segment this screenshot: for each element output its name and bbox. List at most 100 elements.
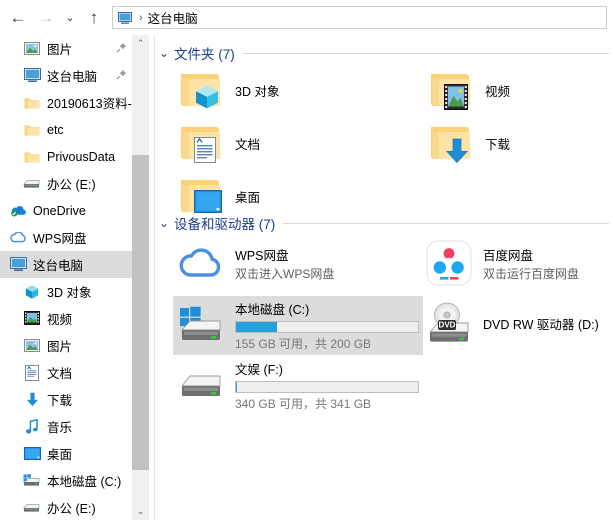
local-disk-icon <box>22 471 42 491</box>
device-item-label: 百度网盘 <box>483 248 534 263</box>
sidebar-item[interactable]: 视频 <box>0 305 133 332</box>
scroll-down-arrow[interactable]: ⌄ <box>132 503 149 520</box>
device-item-label: 文娱 (F:) <box>235 363 283 377</box>
file-list-pane[interactable]: ⌄ 文件夹 (7) 3D 对象 视频 文档 下载 桌面 ⌄ 设备和驱动器 (7)… <box>155 35 613 520</box>
wps-cloud-icon <box>177 239 225 287</box>
device-item[interactable]: 百度网盘 双击运行百度网盘 <box>421 236 613 290</box>
this-pc-icon <box>8 255 28 275</box>
folder-item[interactable]: 3D 对象 <box>177 66 279 114</box>
local-disk-icon <box>177 302 225 350</box>
videos-icon <box>22 309 42 329</box>
sidebar-item[interactable]: 办公 (E:) <box>0 170 133 197</box>
dvd-drive-icon: DVD <box>425 299 473 347</box>
chevron-down-icon[interactable]: ⌄ <box>159 216 169 230</box>
folder-videos-icon <box>427 66 475 114</box>
sidebar-item-label: 音乐 <box>47 421 73 435</box>
folders-grid: 3D 对象 视频 文档 下载 桌面 <box>155 64 613 213</box>
sidebar-item[interactable]: 桌面 <box>0 440 133 467</box>
wps-cloud-icon <box>8 228 28 248</box>
pictures-icon <box>22 39 42 59</box>
drive-icon <box>181 375 221 396</box>
sidebar-item[interactable]: 图片 <box>0 35 133 62</box>
folder-item-label: 桌面 <box>235 190 261 205</box>
folder-documents-icon <box>177 119 225 167</box>
navigation-pane-scrollbar[interactable]: ⌃ ⌄ <box>132 35 149 520</box>
sidebar-item[interactable]: 这台电脑 <box>0 62 133 89</box>
up-button[interactable]: ↑ <box>80 4 108 32</box>
forward-button[interactable]: → <box>32 4 60 32</box>
dvd-drive-icon: DVD <box>428 302 469 342</box>
capacity-bar-fill <box>236 382 237 392</box>
recent-locations-button[interactable]: ⌄ <box>60 4 80 32</box>
scroll-up-arrow[interactable]: ⌃ <box>132 35 149 52</box>
capacity-text: 340 GB 可用，共 341 GB <box>235 397 372 411</box>
folder-icon <box>181 127 221 163</box>
baidu-netdisk-icon <box>425 239 473 287</box>
folder-item-label: 下载 <box>485 137 511 152</box>
sidebar-item[interactable]: 3D 对象 <box>0 278 133 305</box>
sidebar-item-label: 办公 (E:) <box>47 502 96 516</box>
local-disk-icon <box>180 306 221 340</box>
desktop-icon <box>22 444 42 464</box>
sidebar-item[interactable]: 这台电脑 <box>0 251 133 278</box>
device-item-label: WPS网盘 <box>235 248 289 263</box>
sidebar-item-label: etc <box>47 122 64 137</box>
drive-icon <box>22 174 42 194</box>
chevron-down-icon[interactable]: ⌄ <box>159 46 169 60</box>
device-item-subtitle: 双击进入WPS网盘 <box>235 266 335 281</box>
sidebar-item-label: WPS网盘 <box>33 232 87 246</box>
sidebar-item[interactable]: 本地磁盘 (C:) <box>0 467 133 494</box>
sidebar-item[interactable]: 下载 <box>0 386 133 413</box>
sidebar-item[interactable]: etc <box>0 116 133 143</box>
wps-cloud-icon <box>179 248 221 277</box>
sidebar-item[interactable]: PrivousData <box>0 143 133 170</box>
device-item[interactable]: WPS网盘双击进入WPS网盘 <box>173 236 423 290</box>
pin-icon[interactable] <box>116 42 127 53</box>
folder-item[interactable]: 下载 <box>427 119 510 167</box>
sidebar-item[interactable]: OneDrive <box>0 197 133 224</box>
explorer-body: 图片 这台电脑 20190613资料-etc PrivousData 办公 (E:)… <box>0 35 613 520</box>
pin-icon[interactable] <box>116 69 127 80</box>
capacity-text: 155 GB 可用，共 200 GB <box>235 337 372 351</box>
folder-item-label: 3D 对象 <box>235 84 280 99</box>
folders-group-header[interactable]: ⌄ 文件夹 (7) <box>155 42 613 64</box>
sidebar-item[interactable]: WPS网盘 <box>0 224 133 251</box>
navigation-pane: 图片 这台电脑 20190613资料-etc PrivousData 办公 (E:)… <box>0 35 155 520</box>
pictures-icon <box>22 336 42 356</box>
folder-3d-objects-icon <box>177 66 225 114</box>
drive-icon <box>177 362 225 410</box>
folder-icon <box>181 74 221 109</box>
back-button[interactable]: ← <box>4 4 32 32</box>
sidebar-item-label: PrivousData <box>47 149 116 164</box>
scrollbar-thumb[interactable] <box>132 155 149 470</box>
sidebar-item-label: 图片 <box>47 340 73 354</box>
navigation-tree[interactable]: 图片 这台电脑 20190613资料-etc PrivousData 办公 (E:)… <box>0 35 133 520</box>
devices-grid: WPS网盘双击进入WPS网盘 百度网盘 双击运行百度网盘 本地磁盘 (C:) 155… <box>155 234 613 429</box>
sidebar-item[interactable]: 20190613资料- <box>0 89 133 116</box>
baidu-netdisk-icon <box>426 240 472 286</box>
sidebar-item[interactable]: 图片 <box>0 332 133 359</box>
sidebar-item-label: 这台电脑 <box>33 259 84 273</box>
sidebar-item[interactable]: 音乐 <box>0 413 133 440</box>
pin-icon <box>116 42 127 53</box>
folder-icon <box>22 93 42 113</box>
folder-icon <box>22 147 42 167</box>
sidebar-item[interactable]: 办公 (E:) <box>0 494 133 520</box>
folder-downloads-icon <box>427 119 475 167</box>
device-item[interactable]: 文娱 (F:) 340 GB 可用，共 341 GB <box>173 356 423 415</box>
music-icon <box>22 417 42 437</box>
device-item[interactable]: 本地磁盘 (C:) 155 GB 可用，共 200 GB <box>173 296 423 355</box>
capacity-bar <box>235 321 419 333</box>
folders-group-title: 文件夹 (7) <box>174 47 235 62</box>
onedrive-icon <box>8 201 28 221</box>
capacity-bar-fill <box>236 322 277 332</box>
device-item[interactable]: DVD DVD RW 驱动器 (D:) <box>421 296 613 350</box>
sidebar-item-label: 办公 (E:) <box>47 178 96 192</box>
folder-item[interactable]: 视频 <box>427 66 510 114</box>
breadcrumb-current-location[interactable]: 这台电脑 <box>148 8 198 27</box>
folder-item[interactable]: 文档 <box>177 119 260 167</box>
folder-item[interactable]: 桌面 <box>177 172 260 220</box>
address-bar[interactable]: › 这台电脑 <box>112 6 607 29</box>
folder-item-label: 文档 <box>235 137 261 152</box>
sidebar-item[interactable]: 文档 <box>0 359 133 386</box>
